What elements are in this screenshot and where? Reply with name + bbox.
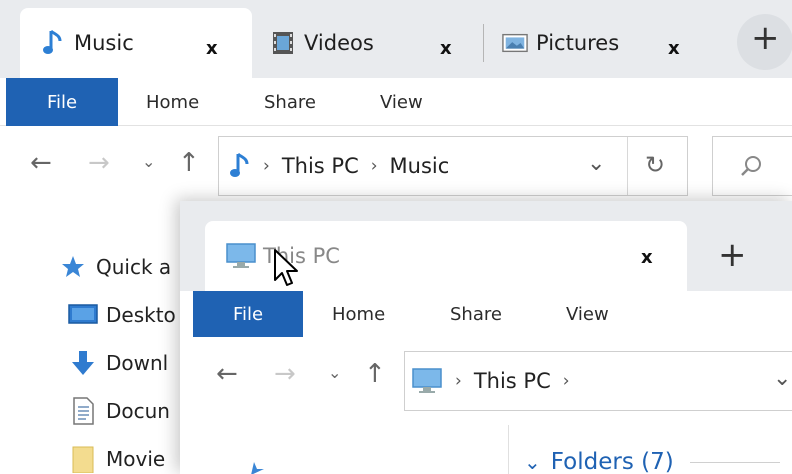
breadcrumb-music[interactable]: Music bbox=[390, 154, 450, 178]
tab-videos[interactable]: Videos x bbox=[270, 8, 480, 78]
menu-view[interactable]: View bbox=[380, 78, 423, 126]
tab-videos-close-button[interactable]: x bbox=[440, 38, 452, 59]
recent-chevron-down-icon[interactable]: ⌄ bbox=[142, 152, 155, 171]
nav-movies[interactable]: Movie bbox=[68, 444, 165, 474]
menu-share[interactable]: Share bbox=[264, 78, 316, 126]
back-arrow-icon[interactable]: ← bbox=[30, 148, 52, 178]
address-dropdown-chevron-icon[interactable]: ⌄ bbox=[587, 151, 605, 176]
nav-desktop-label: Deskto bbox=[106, 303, 176, 327]
front-address-bar[interactable]: › This PC › ⌄ bbox=[404, 351, 792, 411]
back-ribbon-menu: File Home Share View bbox=[0, 78, 792, 126]
front-new-tab-plus-icon[interactable]: + bbox=[718, 235, 747, 275]
back-tab-strip: Music x Videos x Pictures x + bbox=[0, 0, 792, 78]
music-note-icon bbox=[40, 29, 66, 56]
navigation-pane: Quick a Deskto Downl Docun Movie bbox=[0, 212, 200, 474]
mouse-cursor-icon bbox=[273, 248, 299, 288]
nav-documents[interactable]: Docun bbox=[68, 396, 170, 426]
tab-pictures-label: Pictures bbox=[536, 31, 620, 55]
front-breadcrumb-separator: › bbox=[455, 371, 462, 391]
film-icon bbox=[270, 30, 296, 56]
tab-pictures-close-button[interactable]: x bbox=[668, 38, 680, 59]
picture-icon bbox=[502, 30, 528, 56]
folder-icon bbox=[68, 444, 98, 474]
computer-icon bbox=[225, 242, 257, 270]
front-tab-strip: This PC x + bbox=[180, 201, 792, 291]
tab-pictures[interactable]: Pictures x bbox=[502, 8, 712, 78]
front-recent-chevron-down-icon[interactable]: ⌄ bbox=[328, 363, 341, 382]
front-menu-file[interactable]: File bbox=[193, 291, 303, 337]
tab-music-label: Music bbox=[74, 31, 134, 55]
front-up-arrow-icon[interactable]: ↑ bbox=[364, 359, 386, 389]
search-icon bbox=[739, 154, 763, 178]
front-ribbon-menu: File Home Share View bbox=[180, 291, 792, 337]
tab-music[interactable]: Music x bbox=[20, 8, 252, 78]
front-forward-arrow-icon[interactable]: → bbox=[274, 359, 296, 389]
folders-header-rule bbox=[689, 461, 780, 463]
breadcrumb-this-pc[interactable]: This PC bbox=[282, 154, 359, 178]
nav-downloads-label: Downl bbox=[106, 351, 169, 375]
nav-movies-label: Movie bbox=[106, 447, 166, 471]
front-breadcrumb-separator: › bbox=[562, 371, 570, 391]
front-breadcrumb-this-pc[interactable]: This PC bbox=[474, 369, 551, 393]
download-arrow-icon bbox=[68, 348, 98, 378]
front-nav-quick-access-partial bbox=[244, 461, 264, 474]
folders-section-label: Folders (7) bbox=[550, 449, 674, 474]
nav-quick-access[interactable]: Quick a bbox=[58, 252, 171, 282]
front-menu-view[interactable]: View bbox=[566, 291, 609, 337]
forward-arrow-icon[interactable]: → bbox=[88, 148, 110, 178]
desktop-icon bbox=[68, 300, 98, 330]
tab-divider bbox=[483, 24, 484, 62]
front-back-arrow-icon[interactable]: ← bbox=[216, 359, 238, 389]
up-arrow-icon[interactable]: ↑ bbox=[178, 148, 200, 178]
folders-section-header[interactable]: ⌄ Folders (7) bbox=[524, 449, 780, 474]
tab-music-close-button[interactable]: x bbox=[206, 38, 218, 59]
front-address-dropdown-chevron-icon[interactable]: ⌄ bbox=[773, 366, 791, 391]
menu-home[interactable]: Home bbox=[146, 78, 199, 126]
front-navigation-bar: ← → ⌄ ↑ › This PC › ⌄ ⌄ Folders (7) bbox=[180, 337, 792, 474]
address-bar[interactable]: › This PC › Music ⌄ ↻ bbox=[218, 136, 688, 196]
front-address-computer-icon bbox=[411, 367, 443, 395]
tab-this-pc-close-button[interactable]: x bbox=[641, 247, 653, 268]
refresh-icon[interactable]: ↻ bbox=[645, 151, 665, 179]
nav-documents-label: Docun bbox=[106, 399, 170, 423]
front-menu-share[interactable]: Share bbox=[450, 291, 502, 337]
back-navigation-bar: ← → ⌄ ↑ › This PC › Music ⌄ ↻ bbox=[0, 126, 792, 212]
front-pane-divider bbox=[508, 425, 509, 474]
menu-file[interactable]: File bbox=[6, 78, 118, 126]
front-explorer-window: This PC x + File Home Share View ← → ⌄ ↑… bbox=[180, 201, 792, 474]
front-menu-home[interactable]: Home bbox=[332, 291, 385, 337]
document-icon bbox=[68, 396, 98, 426]
nav-desktop[interactable]: Deskto bbox=[68, 300, 176, 330]
nav-quick-access-label: Quick a bbox=[96, 255, 172, 279]
breadcrumb-separator: › bbox=[370, 156, 378, 176]
folders-chevron-down-icon: ⌄ bbox=[524, 450, 541, 474]
address-divider bbox=[627, 137, 628, 195]
tab-videos-label: Videos bbox=[304, 31, 374, 55]
address-music-icon bbox=[229, 152, 251, 180]
breadcrumb-separator: › bbox=[263, 156, 270, 176]
new-tab-plus-icon: + bbox=[751, 18, 780, 58]
search-box[interactable] bbox=[712, 136, 792, 196]
star-icon bbox=[58, 252, 88, 282]
nav-downloads[interactable]: Downl bbox=[68, 348, 168, 378]
